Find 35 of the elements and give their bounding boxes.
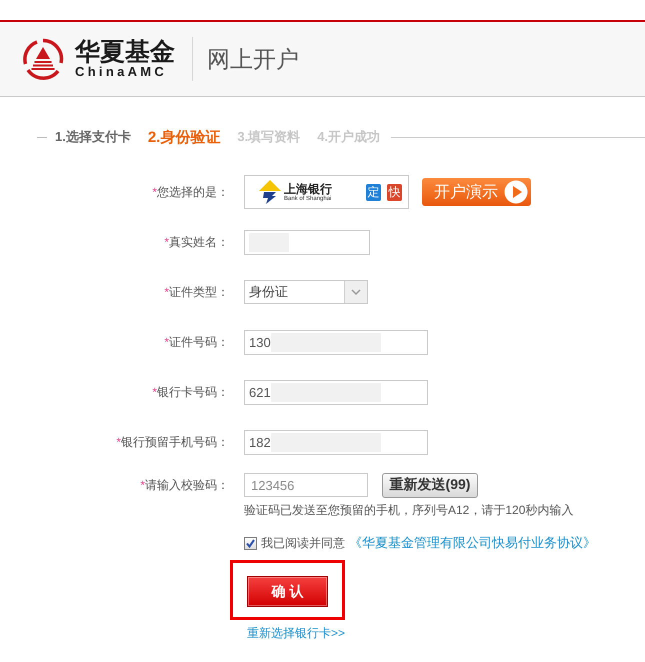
field-label: *银行卡号码： xyxy=(151,384,229,400)
field-label: *银行预留手机号码： xyxy=(115,434,229,450)
confirm-button[interactable]: 确 认 xyxy=(247,576,328,607)
verification-hint: 验证码已发送至您预留的手机，序列号A12，请于120秒内输入 xyxy=(244,503,574,517)
agreement-text: 我已阅读并同意 xyxy=(261,534,345,552)
text-input[interactable]: 130 xyxy=(244,330,428,354)
reselect-bank-card-link[interactable]: 重新选择银行卡>> xyxy=(247,626,346,640)
field-label: *证件类型： xyxy=(163,284,229,300)
field-label: *您选择的是： xyxy=(151,184,229,200)
progress-step: 4.开户成功 xyxy=(317,128,380,146)
text-input[interactable] xyxy=(244,230,370,254)
id-type-select[interactable]: 身份证 xyxy=(244,280,368,304)
bank-logo-icon xyxy=(258,179,282,205)
agreement-checkbox[interactable] xyxy=(244,536,257,550)
text-input[interactable]: 182 xyxy=(244,430,428,454)
bank-feature-badge: 快 xyxy=(387,184,402,200)
progress-step: 2.身份验证 xyxy=(148,128,220,146)
progress-step: 1.选择支付卡 xyxy=(55,128,131,146)
brand-name: 华夏基金 xyxy=(75,39,175,65)
resend-button[interactable]: 重新发送(99) xyxy=(382,472,478,498)
progress-step: 3.填写资料 xyxy=(237,128,300,146)
agreement-link[interactable]: 《华夏基金管理有限公司快易付业务协议》 xyxy=(349,534,596,552)
brand-name-english: ChinaAMC xyxy=(75,65,168,79)
chevron-down-icon xyxy=(344,281,367,303)
bank-feature-badge: 定 xyxy=(366,184,381,200)
triangle-ring-logo-icon xyxy=(22,36,64,82)
text-input[interactable]: 621 xyxy=(244,380,428,404)
field-label: *证件号码： xyxy=(163,334,229,350)
play-icon xyxy=(504,180,528,204)
verification-code-input[interactable]: 123456 xyxy=(244,473,368,497)
field-label: *请输入校验码： xyxy=(139,476,229,494)
page-title: 网上开户 xyxy=(207,44,299,74)
bank-name: 上海银行 xyxy=(284,182,332,196)
field-label: *真实姓名： xyxy=(163,234,229,250)
checkmark-icon xyxy=(246,538,255,548)
